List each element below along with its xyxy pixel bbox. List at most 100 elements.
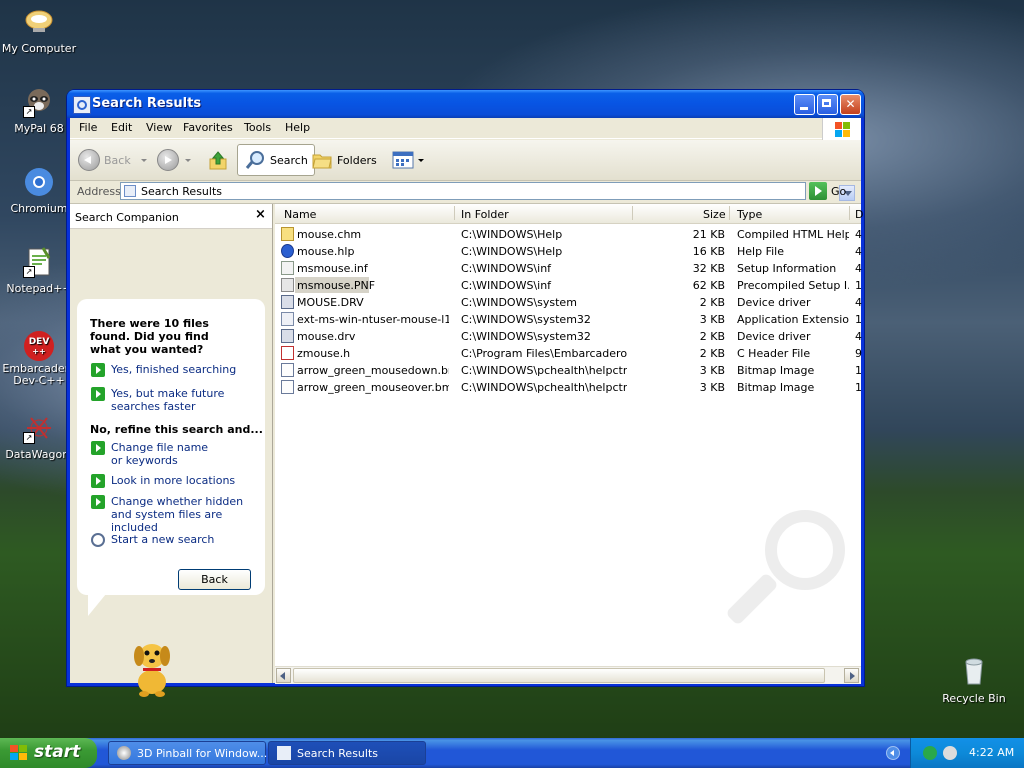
network-icon[interactable]	[923, 746, 937, 760]
menu-tools[interactable]: Tools	[244, 121, 271, 134]
green-arrow-icon	[91, 495, 105, 509]
option-label: Yes, finished searching	[111, 363, 237, 376]
toolbar: Back Search Folders	[70, 140, 861, 181]
title-bar[interactable]: Search Results ✕	[67, 90, 864, 118]
menu-file[interactable]: File	[79, 121, 97, 134]
chevron-down-icon	[418, 158, 424, 162]
up-folder-button[interactable]	[207, 144, 229, 176]
svg-text:++: ++	[32, 347, 45, 356]
forward-button[interactable]	[157, 144, 191, 176]
cell-type: Precompiled Setup I...	[737, 279, 849, 292]
column-date[interactable]: D	[855, 208, 863, 221]
address-label: Address	[77, 185, 121, 198]
column-name[interactable]: Name	[284, 208, 316, 221]
back-button[interactable]: Back	[78, 144, 147, 176]
search-button[interactable]: Search	[237, 144, 315, 176]
cell-date: 1	[855, 381, 862, 394]
start-button[interactable]: start	[0, 738, 97, 768]
companion-balloon: There were 10 files found. Did you find …	[77, 299, 265, 595]
results-found-heading: There were 10 files found. Did you find …	[90, 317, 209, 356]
scroll-thumb[interactable]	[293, 668, 825, 683]
desktop-icon-my-computer[interactable]: My Computer	[0, 6, 78, 55]
folders-icon	[312, 154, 332, 169]
shortcut-arrow-icon: ↗	[23, 432, 35, 444]
companion-close-icon[interactable]: ×	[255, 207, 266, 222]
menu-help[interactable]: Help	[285, 121, 310, 134]
companion-back-button[interactable]: Back	[178, 569, 251, 590]
menu-view[interactable]: View	[146, 121, 172, 134]
menu-edit[interactable]: Edit	[111, 121, 132, 134]
dll-icon	[281, 312, 294, 326]
address-value: Search Results	[141, 185, 223, 198]
go-button[interactable]: Go	[809, 182, 846, 200]
cell-type: Application Extension	[737, 313, 849, 326]
table-row[interactable]: mouse.chm C:\WINDOWS\Help 21 KB Compiled HT…	[275, 226, 862, 243]
cell-name: mouse.drv	[297, 330, 356, 343]
scroll-left-button[interactable]	[276, 668, 291, 683]
views-button[interactable]	[392, 144, 424, 176]
table-row[interactable]: mouse.drv C:\WINDOWS\system32 2 KB Device d…	[275, 328, 862, 345]
forward-arrow-icon	[157, 149, 179, 171]
option-label: Change file name or keywords	[111, 441, 209, 467]
table-row[interactable]: mouse.hlp C:\WINDOWS\Help 16 KB Help File 4	[275, 243, 862, 260]
notepad-icon: ↗	[23, 246, 55, 278]
scroll-right-button[interactable]	[844, 668, 859, 683]
option-label: Start a new search	[111, 533, 215, 546]
cell-name: mouse.hlp	[297, 245, 355, 258]
tray-expand-icon[interactable]	[886, 746, 900, 760]
cell-date: 4	[855, 330, 862, 343]
devcpp-icon: DEV ++	[23, 330, 55, 362]
companion-header: Search Companion ×	[70, 204, 272, 229]
cell-folder: C:\WINDOWS\system32	[461, 313, 591, 326]
cell-name: arrow_green_mousedown.bmp	[297, 364, 449, 377]
folders-button[interactable]: Folders	[311, 144, 377, 176]
taskbar-item-search-results[interactable]: Search Results	[268, 741, 426, 765]
taskbar-item-label: 3D Pinball for Window...	[137, 747, 268, 760]
table-row[interactable]: arrow_green_mousedown.bmp C:\WINDOWS\pche…	[275, 362, 862, 379]
taskbar: start 3D Pinball for Window... Search Re…	[0, 738, 1024, 768]
minimize-button[interactable]	[794, 94, 815, 115]
menu-favorites[interactable]: Favorites	[183, 121, 233, 134]
option-label: Yes, but make future searches faster	[111, 387, 225, 413]
cell-name: ext-ms-win-ntuser-mouse-l1-...	[297, 313, 449, 326]
minimize-icon	[800, 107, 808, 110]
column-in-folder[interactable]: In Folder	[461, 208, 509, 221]
cell-size: 16 KB	[692, 245, 725, 258]
cell-size: 2 KB	[699, 296, 725, 309]
cell-type: Help File	[737, 245, 784, 258]
cell-size: 3 KB	[699, 381, 725, 394]
address-field[interactable]: Search Results	[120, 182, 855, 201]
table-row[interactable]: ext-ms-win-ntuser-mouse-l1-... C:\WINDOWS…	[275, 311, 862, 328]
cell-name: msmouse.PNF	[297, 279, 376, 292]
cell-date: 4	[855, 245, 862, 258]
table-row[interactable]: msmouse.inf C:\WINDOWS\inf 32 KB Setup Info…	[275, 260, 862, 277]
search-results-window: Search Results ✕ File Edit View Favorite…	[67, 90, 864, 697]
table-row[interactable]: zmouse.h C:\Program Files\Embarcadero\...…	[275, 345, 862, 362]
cell-date: 4	[855, 262, 862, 275]
chevron-down-icon	[185, 158, 191, 162]
option-label: Change whether hidden and system files a…	[111, 495, 244, 534]
search-label: Search	[270, 153, 308, 167]
cell-folder: C:\WINDOWS\pchealth\helpctr\...	[461, 364, 627, 377]
horizontal-scrollbar[interactable]	[275, 666, 861, 684]
cell-name: arrow_green_mouseover.bmp	[297, 381, 449, 394]
maximize-button[interactable]	[817, 94, 838, 115]
cell-size: 2 KB	[699, 330, 725, 343]
cell-folder: C:\WINDOWS\pchealth\helpctr\...	[461, 381, 627, 394]
column-size[interactable]: Size	[703, 208, 726, 221]
svg-text:DEV: DEV	[29, 337, 50, 347]
cell-folder: C:\WINDOWS\inf	[461, 262, 552, 275]
raccoon-icon: ↗	[23, 86, 55, 118]
table-row[interactable]: msmouse.PNF C:\WINDOWS\inf 62 KB Precompile…	[275, 277, 862, 294]
table-row[interactable]: MOUSE.DRV C:\WINDOWS\system 2 KB Device dri…	[275, 294, 862, 311]
cell-folder: C:\Program Files\Embarcadero\...	[461, 347, 627, 360]
window-client: File Edit View Favorites Tools Help Back	[70, 118, 863, 697]
desktop-icon-recycle-bin[interactable]: Recycle Bin	[935, 656, 1013, 705]
table-row[interactable]: arrow_green_mouseover.bmp C:\WINDOWS\pche…	[275, 379, 862, 396]
address-bar: Address Search Results Go	[70, 181, 861, 204]
column-type[interactable]: Type	[737, 208, 762, 221]
close-button[interactable]: ✕	[840, 94, 861, 115]
chromium-icon	[23, 166, 55, 198]
taskbar-item-pinball[interactable]: 3D Pinball for Window...	[108, 741, 268, 765]
volume-icon[interactable]	[943, 746, 957, 760]
